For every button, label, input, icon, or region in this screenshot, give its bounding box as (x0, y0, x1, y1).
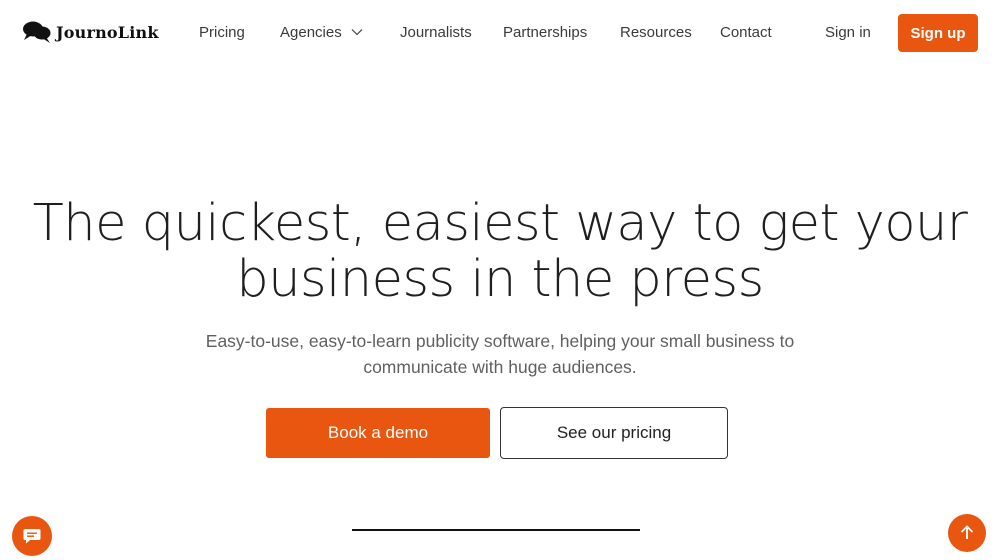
brand-logo[interactable]: JournoLink (22, 19, 159, 45)
sign-up-button[interactable]: Sign up (898, 14, 978, 52)
nav-link-partnerships[interactable]: Partnerships (503, 24, 587, 42)
chat-widget-button[interactable] (12, 516, 52, 556)
nav-link-journalists[interactable]: Journalists (400, 24, 472, 42)
hero-subtitle: Easy-to-use, easy-to-learn publicity sof… (0, 328, 1000, 380)
hero-heading-line-2: business in the press (236, 250, 764, 309)
see-pricing-button[interactable]: See our pricing (500, 407, 728, 459)
top-navigation: JournoLink Pricing Agencies Journalists … (0, 0, 1000, 66)
hero-heading-line-1: The quickest, easiest way to get your (32, 194, 968, 253)
chat-icon (23, 529, 41, 544)
hero-subtitle-line-2: communicate with huge audiences. (363, 357, 637, 377)
book-demo-button[interactable]: Book a demo (266, 408, 490, 458)
nav-link-agencies[interactable]: Agencies (280, 24, 364, 42)
chevron-down-icon (351, 29, 363, 36)
brand-name: JournoLink (56, 22, 159, 42)
nav-link-contact[interactable]: Contact (720, 24, 772, 42)
speech-bubbles-icon (23, 21, 51, 43)
nav-link-resources[interactable]: Resources (620, 24, 692, 42)
scroll-to-top-button[interactable] (948, 514, 986, 552)
nav-link-agencies-label: Agencies (280, 24, 342, 41)
arrow-up-icon (960, 525, 974, 539)
hero-heading: The quickest, easiest way to get your bu… (0, 196, 1000, 308)
sign-in-link[interactable]: Sign in (825, 24, 871, 42)
hero-subtitle-line-1: Easy-to-use, easy-to-learn publicity sof… (205, 331, 795, 351)
section-divider (352, 529, 640, 531)
nav-link-pricing[interactable]: Pricing (199, 24, 245, 42)
